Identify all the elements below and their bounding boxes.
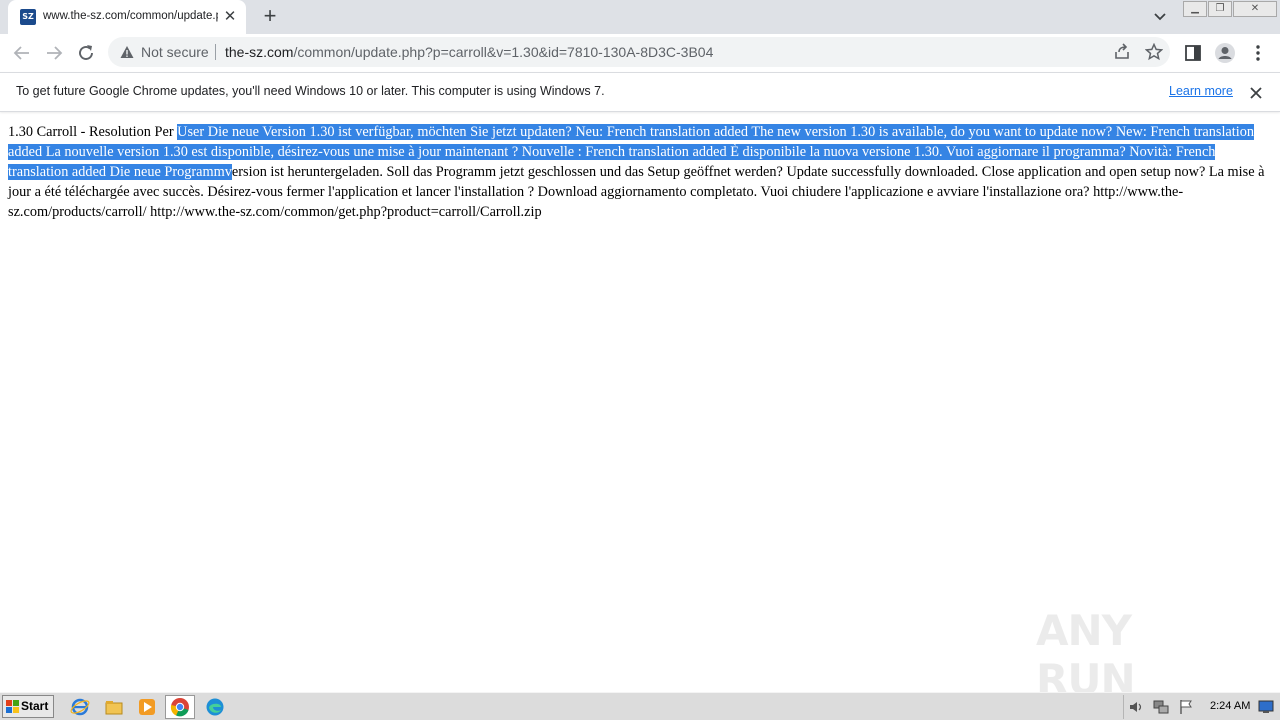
tab-close-icon[interactable]: ✕	[222, 9, 238, 25]
start-button[interactable]: Start	[2, 695, 54, 718]
chrome-icon	[170, 698, 189, 717]
system-tray: 2:24 AM	[1123, 695, 1280, 719]
close-window-button[interactable]: ✕	[1233, 1, 1277, 17]
page-content: 1.30 Carroll - Resolution Per User Die n…	[8, 122, 1272, 222]
menu-kebab-icon[interactable]	[1247, 42, 1269, 64]
anyrun-watermark: ANY RUN	[1036, 606, 1236, 704]
content-text-start: 1.30 Carroll - Resolution Per	[8, 124, 178, 140]
share-icon[interactable]	[1113, 43, 1131, 61]
site-favicon: SZ	[20, 9, 36, 25]
back-arrow-icon[interactable]	[10, 41, 34, 65]
bookmark-star-icon[interactable]	[1145, 43, 1163, 61]
url-text[interactable]: the-sz.com/common/update.php?p=carroll&v…	[225, 44, 713, 60]
tab-title: www.the-sz.com/common/update.php?p=carro…	[43, 10, 218, 22]
forward-arrow-icon[interactable]	[42, 41, 66, 65]
tab-active[interactable]: SZ www.the-sz.com/common/update.php?p=ca…	[8, 0, 246, 34]
network-icon[interactable]	[1153, 699, 1169, 715]
tab-strip: SZ www.the-sz.com/common/update.php?p=ca…	[0, 0, 1280, 34]
url-path: /common/update.php?p=carroll&v=1.30&id=7…	[293, 44, 714, 60]
windows-taskbar: Start 2:24 AM	[0, 692, 1280, 720]
minimize-button[interactable]: ▁	[1183, 1, 1207, 17]
edge-icon[interactable]	[205, 697, 225, 717]
side-panel-icon[interactable]	[1182, 42, 1204, 64]
security-label[interactable]: Not secure	[141, 44, 209, 60]
warning-triangle-icon[interactable]	[120, 45, 134, 59]
address-bar[interactable]: Not secure the-sz.com/common/update.php?…	[108, 37, 1170, 67]
infobar-message: To get future Google Chrome updates, you…	[16, 84, 605, 98]
learn-more-link[interactable]: Learn more	[1169, 84, 1233, 98]
reload-icon[interactable]	[74, 41, 98, 65]
action-center-flag-icon[interactable]	[1178, 699, 1194, 715]
browser-toolbar: Not secure the-sz.com/common/update.php?…	[0, 34, 1280, 72]
start-label: Start	[21, 699, 49, 713]
restore-button[interactable]: ❐	[1208, 1, 1232, 17]
taskbar-clock[interactable]: 2:24 AM	[1210, 700, 1250, 712]
tab-search-chevron-icon[interactable]	[1150, 8, 1170, 26]
windows-flag-icon	[6, 700, 19, 713]
volume-icon[interactable]	[1128, 699, 1144, 715]
file-explorer-icon[interactable]	[104, 697, 124, 717]
internet-explorer-icon[interactable]	[70, 697, 90, 717]
profile-avatar-icon[interactable]	[1214, 42, 1236, 64]
update-infobar: To get future Google Chrome updates, you…	[0, 72, 1280, 112]
chrome-taskbar-button[interactable]	[165, 695, 195, 719]
infobar-close-icon[interactable]	[1247, 84, 1265, 102]
omnibox-divider	[215, 44, 216, 60]
media-player-icon[interactable]	[137, 697, 157, 717]
watermark-text: ANY RUN	[1036, 606, 1136, 704]
new-tab-button[interactable]: +	[258, 5, 282, 29]
url-host: the-sz.com	[225, 44, 294, 60]
show-desktop-icon[interactable]	[1258, 700, 1274, 714]
